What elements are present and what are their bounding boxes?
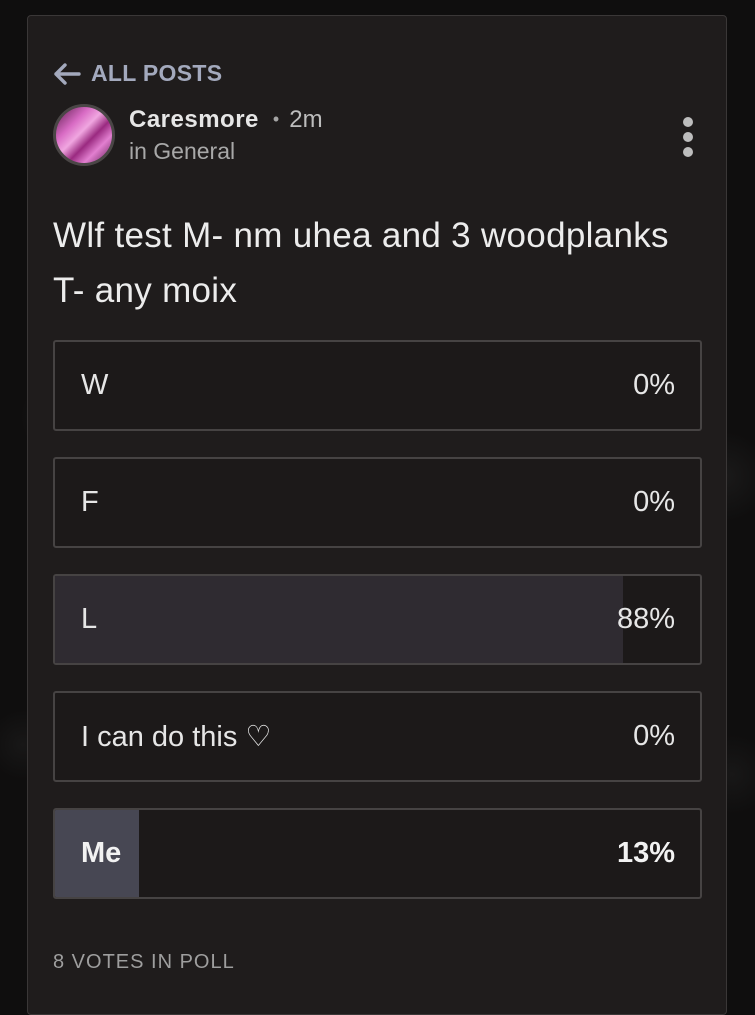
- separator-dot: •: [273, 109, 279, 130]
- poll-option-percent: 88%: [617, 576, 675, 663]
- poll-option-label: W: [81, 342, 108, 429]
- author-name[interactable]: Caresmore: [129, 106, 259, 134]
- author-line: Caresmore • 2m: [129, 106, 323, 134]
- poll-option-me[interactable]: Me 13%: [53, 808, 702, 899]
- poll-option-w[interactable]: W 0%: [53, 340, 702, 431]
- poll-option-label: L: [81, 576, 97, 663]
- poll-option-percent: 0%: [633, 693, 675, 780]
- all-posts-link[interactable]: ALL POSTS: [53, 60, 222, 87]
- more-vertical-icon: [683, 117, 693, 127]
- post-timestamp: 2m: [289, 106, 322, 134]
- poll-option-percent: 0%: [633, 342, 675, 429]
- post-title: Wlf test M- nm uhea and 3 woodplanks T- …: [53, 208, 693, 318]
- post-card: ALL POSTS Caresmore • 2m in General Wlf …: [27, 15, 727, 1015]
- poll-option-label: I can do this ♡: [81, 693, 271, 780]
- poll-option-i-can-do-this[interactable]: I can do this ♡ 0%: [53, 691, 702, 782]
- more-options-button[interactable]: [682, 117, 694, 157]
- more-vertical-icon-dot: [683, 147, 693, 157]
- poll-option-label: Me: [81, 810, 121, 897]
- all-posts-label: ALL POSTS: [91, 60, 222, 87]
- post-category[interactable]: in General: [129, 138, 323, 165]
- poll: W 0% F 0% L 88% I can do this ♡ 0% Me 13…: [53, 340, 702, 925]
- post-author-row: Caresmore • 2m in General: [53, 104, 323, 166]
- poll-vote-count: 8 VOTES IN POLL: [53, 951, 235, 974]
- poll-option-fill: [55, 576, 623, 663]
- avatar[interactable]: [53, 104, 115, 166]
- author-info: Caresmore • 2m in General: [129, 106, 323, 165]
- poll-option-f[interactable]: F 0%: [53, 457, 702, 548]
- arrow-left-icon: [53, 63, 81, 85]
- poll-option-l[interactable]: L 88%: [53, 574, 702, 665]
- poll-option-label: F: [81, 459, 99, 546]
- poll-option-percent: 0%: [633, 459, 675, 546]
- more-vertical-icon-dot: [683, 132, 693, 142]
- poll-option-percent: 13%: [617, 810, 675, 897]
